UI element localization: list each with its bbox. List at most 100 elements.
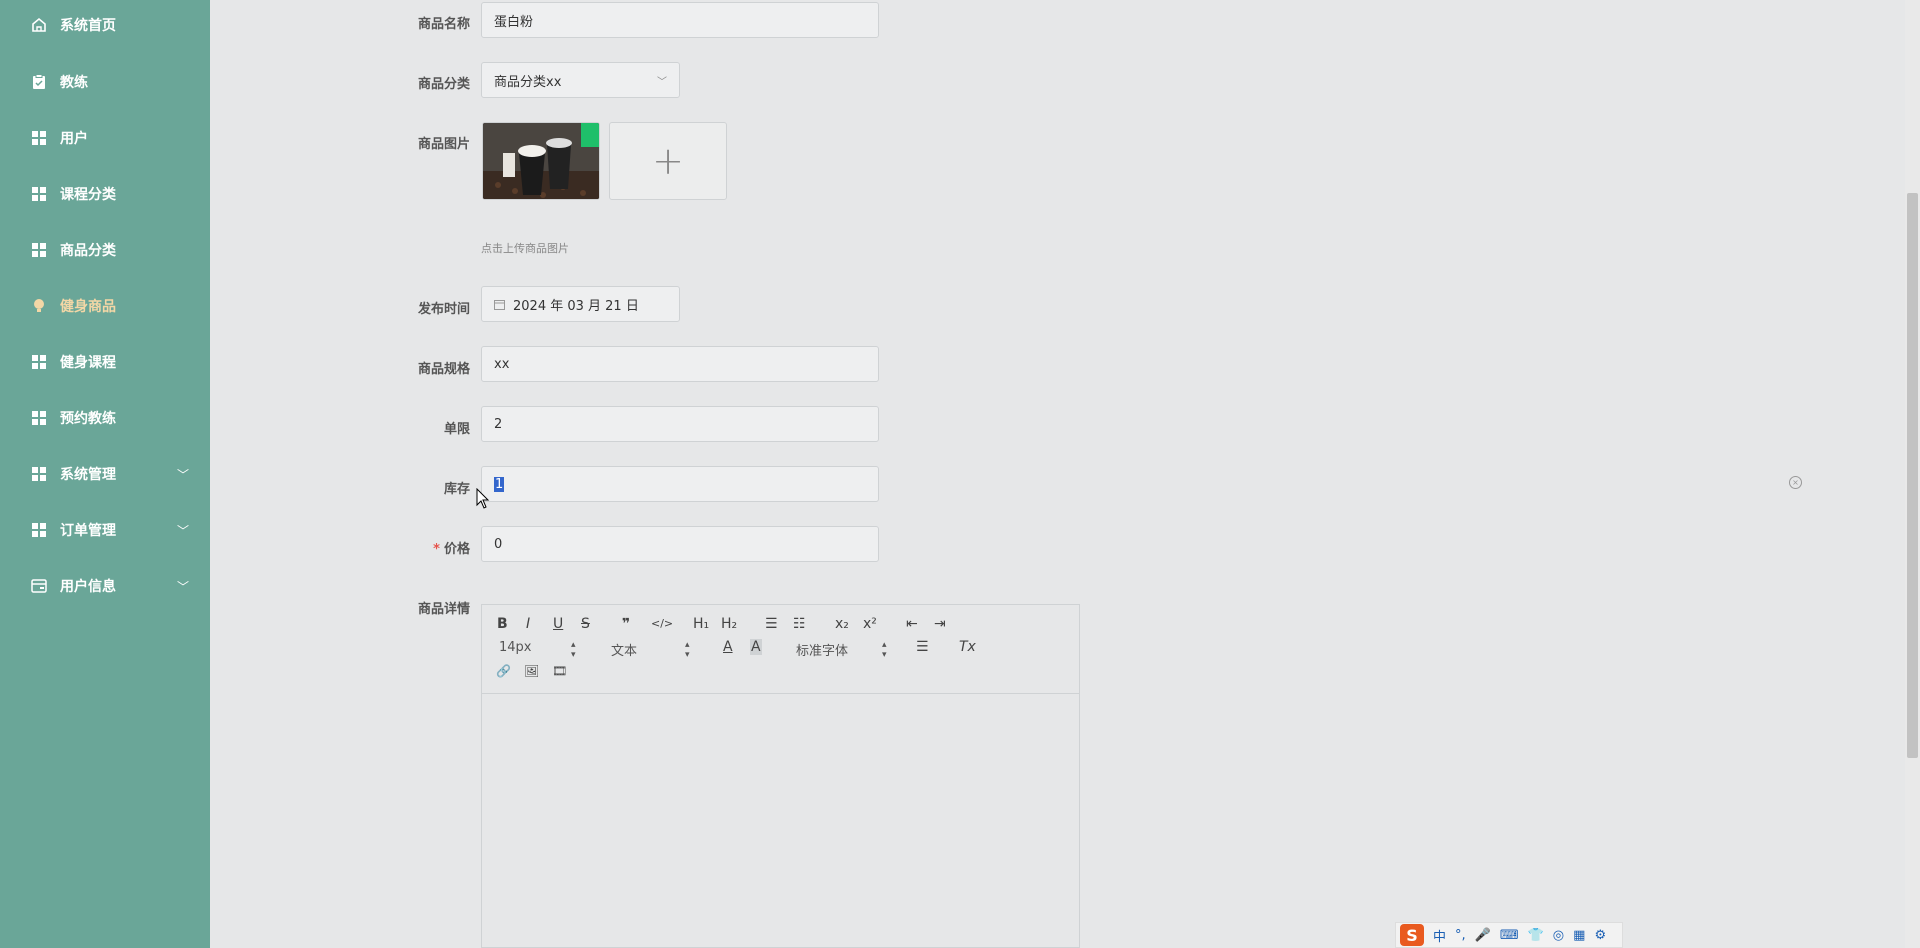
underline-button[interactable]: U: [553, 616, 563, 632]
keyboard-icon[interactable]: ⌨: [1500, 928, 1519, 943]
sidebar-item-book-coach[interactable]: 预约教练: [0, 398, 210, 438]
sidebar-item-label: 课程分类: [60, 187, 116, 203]
spec-value: xx: [494, 356, 510, 372]
sidebar-item-label: 订单管理: [60, 523, 116, 539]
ime-punctuation-toggle[interactable]: °,: [1455, 928, 1466, 943]
chevron-down-icon: ﹀: [177, 467, 190, 482]
header-select[interactable]: 文本 ▴ ▾: [611, 640, 695, 660]
clear-icon[interactable]: ×: [1789, 476, 1802, 489]
video-button[interactable]: 🎞: [552, 663, 567, 679]
product-name-input[interactable]: 蛋白粉: [481, 2, 879, 38]
limit-input[interactable]: 2: [481, 406, 879, 442]
header2-button[interactable]: H₂: [721, 616, 737, 632]
editor-content-area[interactable]: [482, 695, 1079, 947]
publish-time-label: 发布时间: [417, 302, 470, 317]
sidebar-item-label: 健身课程: [60, 355, 116, 371]
sidebar-item-user-info[interactable]: 用户信息 ﹀: [0, 566, 210, 606]
superscript-button[interactable]: x²: [863, 616, 877, 632]
chevron-down-icon: ﹀: [177, 579, 190, 594]
grid-icon: [31, 466, 47, 482]
price-label: * 价格: [380, 538, 470, 557]
name-label: 商品名称: [417, 17, 470, 32]
sidebar-item-label: 用户信息: [60, 579, 116, 595]
publish-date-picker[interactable]: 2024 年 03 月 21 日: [481, 286, 680, 322]
ime-mode-toggle[interactable]: 中: [1433, 926, 1446, 945]
background-color-button[interactable]: A: [750, 639, 762, 655]
grid-icon: [31, 354, 47, 370]
sidebar-item-fitness-courses[interactable]: 健身课程: [0, 342, 210, 382]
stock-label: 库存: [443, 482, 470, 497]
product-image-thumbnail[interactable]: [482, 122, 600, 200]
limit-value: 2: [494, 416, 503, 432]
scrollbar-thumb[interactable]: [1907, 193, 1918, 758]
rich-text-editor: B I U S ❞ </> H₁ H₂ ☰ ☷ x₂ x² ⇤ ⇥ 14px ▴…: [481, 604, 1080, 948]
sidebar-item-order-management[interactable]: 订单管理 ﹀: [0, 510, 210, 550]
clean-format-button[interactable]: Tx: [959, 639, 976, 655]
sogou-logo-icon[interactable]: S: [1400, 924, 1424, 946]
indent-button[interactable]: ⇥: [934, 616, 946, 632]
sidebar-item-product-category[interactable]: 商品分类: [0, 230, 210, 270]
sidebar-item-label: 系统管理: [60, 467, 116, 483]
grid-icon: [31, 186, 47, 202]
robot-icon[interactable]: ◎: [1553, 928, 1564, 943]
editor-toolbar: B I U S ❞ </> H₁ H₂ ☰ ☷ x₂ x² ⇤ ⇥ 14px ▴…: [482, 605, 1079, 694]
sidebar-item-course-category[interactable]: 课程分类: [0, 174, 210, 214]
sidebar: 系统首页 教练 用户 课程分类 商品分类 健身商品 健身课程 预约教练 系统管理…: [0, 0, 210, 948]
sidebar-item-fitness-products[interactable]: 健身商品: [0, 286, 210, 326]
sort-arrows-icon: ▴ ▾: [685, 640, 690, 660]
skin-icon[interactable]: 👕: [1528, 928, 1544, 943]
grid-icon: [31, 130, 47, 146]
text-color-button[interactable]: A: [723, 639, 733, 655]
header1-button[interactable]: H₁: [693, 616, 709, 632]
image-button[interactable]: 🖼: [524, 663, 539, 679]
chevron-down-icon: ﹀: [177, 523, 190, 538]
header-value: 文本: [611, 644, 638, 659]
detail-label: 商品详情: [417, 602, 470, 617]
code-block-button[interactable]: </>: [651, 616, 673, 632]
grid-icon: [31, 522, 47, 538]
microphone-icon[interactable]: 🎤: [1475, 928, 1491, 943]
align-button[interactable]: ☰: [916, 639, 929, 655]
category-value: 商品分类xx: [494, 74, 562, 90]
upload-hint: 点击上传商品图片: [481, 242, 569, 255]
link-button[interactable]: 🔗: [496, 663, 511, 679]
sidebar-item-home[interactable]: 系统首页: [0, 5, 210, 45]
stock-value: 1: [494, 476, 505, 492]
stock-input[interactable]: 1: [481, 466, 879, 502]
price-input[interactable]: 0: [481, 526, 879, 562]
sort-arrows-icon: ▴ ▾: [882, 640, 887, 660]
italic-button[interactable]: I: [526, 616, 530, 632]
ordered-list-button[interactable]: ☰: [765, 616, 778, 632]
sidebar-item-users[interactable]: 用户: [0, 118, 210, 158]
sidebar-item-label: 商品分类: [60, 243, 116, 259]
image-upload-button[interactable]: +: [609, 122, 727, 200]
product-name-value: 蛋白粉: [494, 14, 534, 30]
sidebar-item-label: 系统首页: [60, 18, 116, 34]
strike-button[interactable]: S: [581, 616, 590, 632]
card-icon: [31, 578, 47, 594]
bold-button[interactable]: B: [497, 616, 508, 632]
spec-input[interactable]: xx: [481, 346, 879, 382]
sort-arrows-icon: ▴ ▾: [571, 640, 576, 660]
limit-label: 单限: [443, 422, 470, 437]
font-family-value: 标准字体: [796, 644, 849, 659]
home-icon: [31, 17, 47, 33]
subscript-button[interactable]: x₂: [835, 616, 849, 632]
bullet-list-button[interactable]: ☷: [793, 616, 806, 632]
ime-toolbar[interactable]: S 中 °, 🎤 ⌨ 👕 ◎ ▦ ⚙: [1395, 922, 1623, 948]
category-select[interactable]: 商品分类xx ﹀: [481, 62, 680, 98]
sidebar-item-coach[interactable]: 教练: [0, 62, 210, 102]
apps-icon[interactable]: ▦: [1573, 928, 1585, 943]
calendar-icon: [494, 299, 505, 310]
settings-icon[interactable]: ⚙: [1594, 928, 1606, 943]
sidebar-item-system-management[interactable]: 系统管理 ﹀: [0, 454, 210, 494]
image-label: 商品图片: [417, 137, 470, 152]
outdent-button[interactable]: ⇤: [906, 616, 918, 632]
clipboard-icon: [31, 74, 47, 90]
blockquote-button[interactable]: ❞: [622, 616, 630, 632]
font-size-select[interactable]: 14px ▴ ▾: [499, 640, 581, 660]
font-family-select[interactable]: 标准字体 ▴ ▾: [796, 640, 892, 660]
price-value: 0: [494, 536, 503, 552]
grid-icon: [31, 410, 47, 426]
grid-icon: [31, 242, 47, 258]
